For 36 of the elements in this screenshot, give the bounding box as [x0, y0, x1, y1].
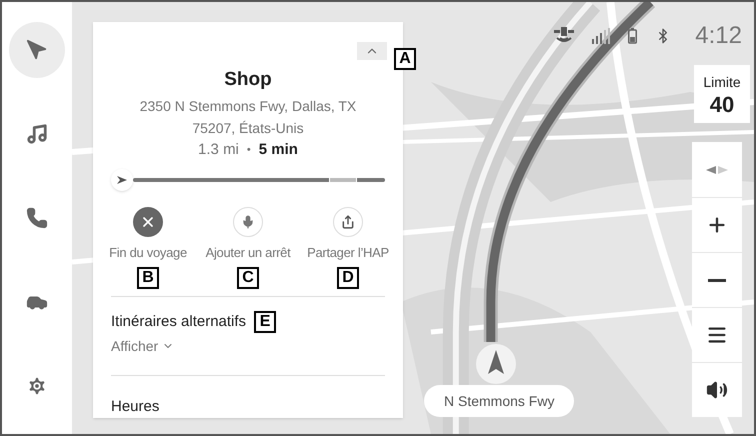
callout-label: D	[337, 267, 359, 289]
callout-label: B	[137, 267, 159, 289]
separator-dot: •	[246, 142, 251, 158]
satellite-icon	[554, 27, 574, 45]
action-label: Fin du voyage	[109, 244, 187, 262]
address-line: 75207, États-Unis	[192, 118, 304, 138]
action-label: Ajouter un arrêt	[206, 244, 290, 262]
speed-limit-label: Limite	[703, 72, 741, 92]
microphone-icon	[241, 214, 255, 228]
distance-text: 1.3 mi	[198, 140, 239, 160]
share-icon	[341, 214, 355, 228]
callout-label: E	[254, 311, 276, 334]
hours-title: Heures	[111, 396, 160, 416]
action-label: Partager l’HAP	[307, 244, 389, 262]
position-marker-icon	[476, 344, 516, 384]
speed-limit-value: 40	[710, 92, 734, 116]
end-trip-button[interactable]	[133, 206, 163, 236]
duration-text: 5 min	[258, 140, 298, 160]
clock-time: 4:12	[695, 21, 742, 51]
callout-label: A	[394, 48, 416, 70]
road-name-label: N Stemmons Fwy	[424, 385, 574, 417]
microphone-button[interactable]	[233, 206, 263, 236]
zoom-out-icon	[708, 278, 726, 282]
compass-icon	[706, 164, 728, 174]
alternatives-title: Itinéraires alternatifs	[111, 312, 246, 332]
battery-icon	[628, 28, 638, 44]
phone-icon	[26, 207, 48, 229]
show-toggle[interactable]: Afficher	[111, 336, 174, 356]
volume-icon	[706, 379, 728, 401]
destination-title: Shop	[224, 68, 272, 92]
navigation-arrow-icon	[26, 39, 48, 61]
callout-label: C	[237, 267, 259, 289]
signal-bars-icon	[592, 28, 610, 44]
address-line: 2350 N Stemmons Fwy, Dallas, TX	[140, 96, 356, 116]
music-note-icon	[26, 123, 48, 145]
share-button[interactable]	[333, 206, 363, 236]
